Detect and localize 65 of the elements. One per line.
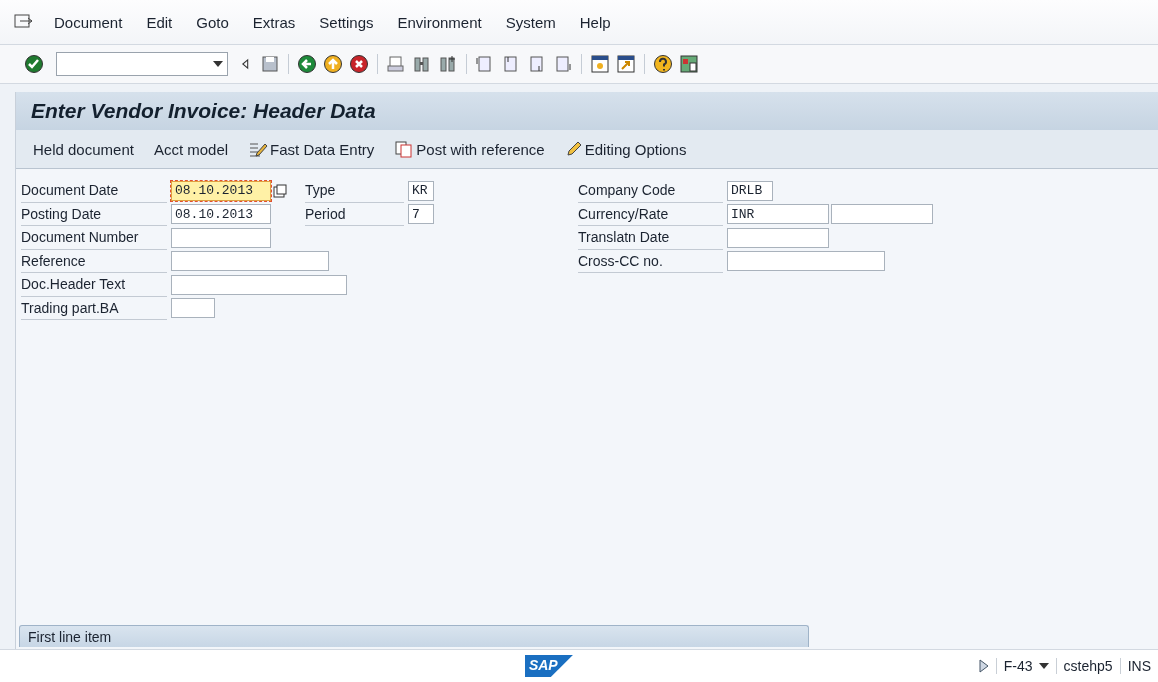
menu-item[interactable]: Goto — [184, 13, 241, 31]
field-label: Doc.Header Text — [21, 273, 167, 297]
calendar-icon[interactable] — [273, 183, 287, 198]
toolbar-button[interactable]: Fast Data Entry — [248, 140, 375, 158]
input-field[interactable] — [171, 298, 215, 319]
section-title: First line item — [28, 628, 112, 645]
command-field[interactable] — [56, 52, 228, 76]
input-mode: INS — [1119, 658, 1158, 674]
menu-icon[interactable] — [14, 14, 34, 30]
field-label: Reference — [21, 249, 167, 273]
field-label: Translatn Date — [578, 226, 723, 250]
shortcut-icon[interactable] — [616, 54, 636, 74]
caret-icon — [213, 61, 223, 67]
caret-icon — [1038, 663, 1049, 669]
new-window-icon[interactable] — [590, 54, 610, 74]
field-label: Period — [305, 202, 404, 226]
input-field[interactable]: DRLB — [727, 180, 773, 201]
menu-item[interactable]: Document — [42, 13, 135, 31]
layout-icon[interactable] — [679, 54, 699, 74]
field-label: Trading part.BA — [21, 296, 167, 320]
menu-item[interactable]: Edit — [134, 13, 185, 31]
menu-item[interactable]: Help — [567, 13, 623, 31]
input-field[interactable] — [171, 274, 347, 295]
field-label: Company Code — [578, 179, 723, 203]
print-icon[interactable] — [386, 54, 406, 74]
input-field[interactable] — [171, 251, 329, 272]
field-label: Posting Date — [21, 202, 167, 226]
help-icon[interactable] — [653, 54, 673, 74]
field-label: Cross-CC no. — [578, 249, 723, 273]
server-name: cstehp5 — [1055, 658, 1120, 674]
cancel-icon[interactable] — [349, 54, 369, 74]
screen-title: Enter Vendor Invoice: Header Data — [31, 99, 376, 123]
input-field[interactable] — [831, 204, 933, 225]
input-field[interactable]: 7 — [408, 204, 434, 225]
binoculars-plus-icon[interactable] — [438, 54, 458, 74]
list-pencil-icon — [248, 140, 269, 158]
toolbar-button[interactable]: Editing Options — [564, 140, 687, 158]
menu-item[interactable]: Extras — [240, 13, 308, 31]
expand-triangle-icon[interactable] — [977, 659, 990, 673]
toolbar-button[interactable]: Post with reference — [394, 140, 545, 158]
pencil-icon — [564, 140, 583, 158]
input-field[interactable]: 08.10.2013 — [171, 180, 271, 201]
field-label: Document Number — [21, 226, 167, 250]
input-field[interactable]: 08.10.2013 — [171, 204, 271, 225]
toolbar-button[interactable]: Acct model — [153, 140, 229, 158]
binoculars-icon[interactable] — [412, 54, 432, 74]
toolbar-button[interactable]: Held document — [33, 140, 134, 158]
field-label: Type — [305, 179, 404, 203]
input-field[interactable] — [171, 227, 271, 248]
input-field[interactable] — [727, 227, 829, 248]
field-label: Currency/Rate — [578, 202, 723, 226]
input-field[interactable]: INR — [727, 204, 829, 225]
transaction-code[interactable]: F-43 — [995, 658, 1056, 674]
field-label: Document Date — [21, 179, 167, 203]
back-icon[interactable] — [297, 54, 317, 74]
check-icon[interactable] — [24, 54, 44, 74]
save-icon[interactable] — [260, 54, 280, 74]
copy-icon — [394, 140, 415, 158]
menu-item[interactable]: Environment — [385, 13, 494, 31]
menu-item[interactable]: System — [493, 13, 568, 31]
logo: SAP — [524, 655, 573, 677]
last-page-icon[interactable] — [553, 54, 573, 74]
menu-item[interactable]: Settings — [307, 13, 386, 31]
input-field[interactable] — [727, 251, 885, 272]
input-field[interactable]: KR — [408, 180, 434, 201]
